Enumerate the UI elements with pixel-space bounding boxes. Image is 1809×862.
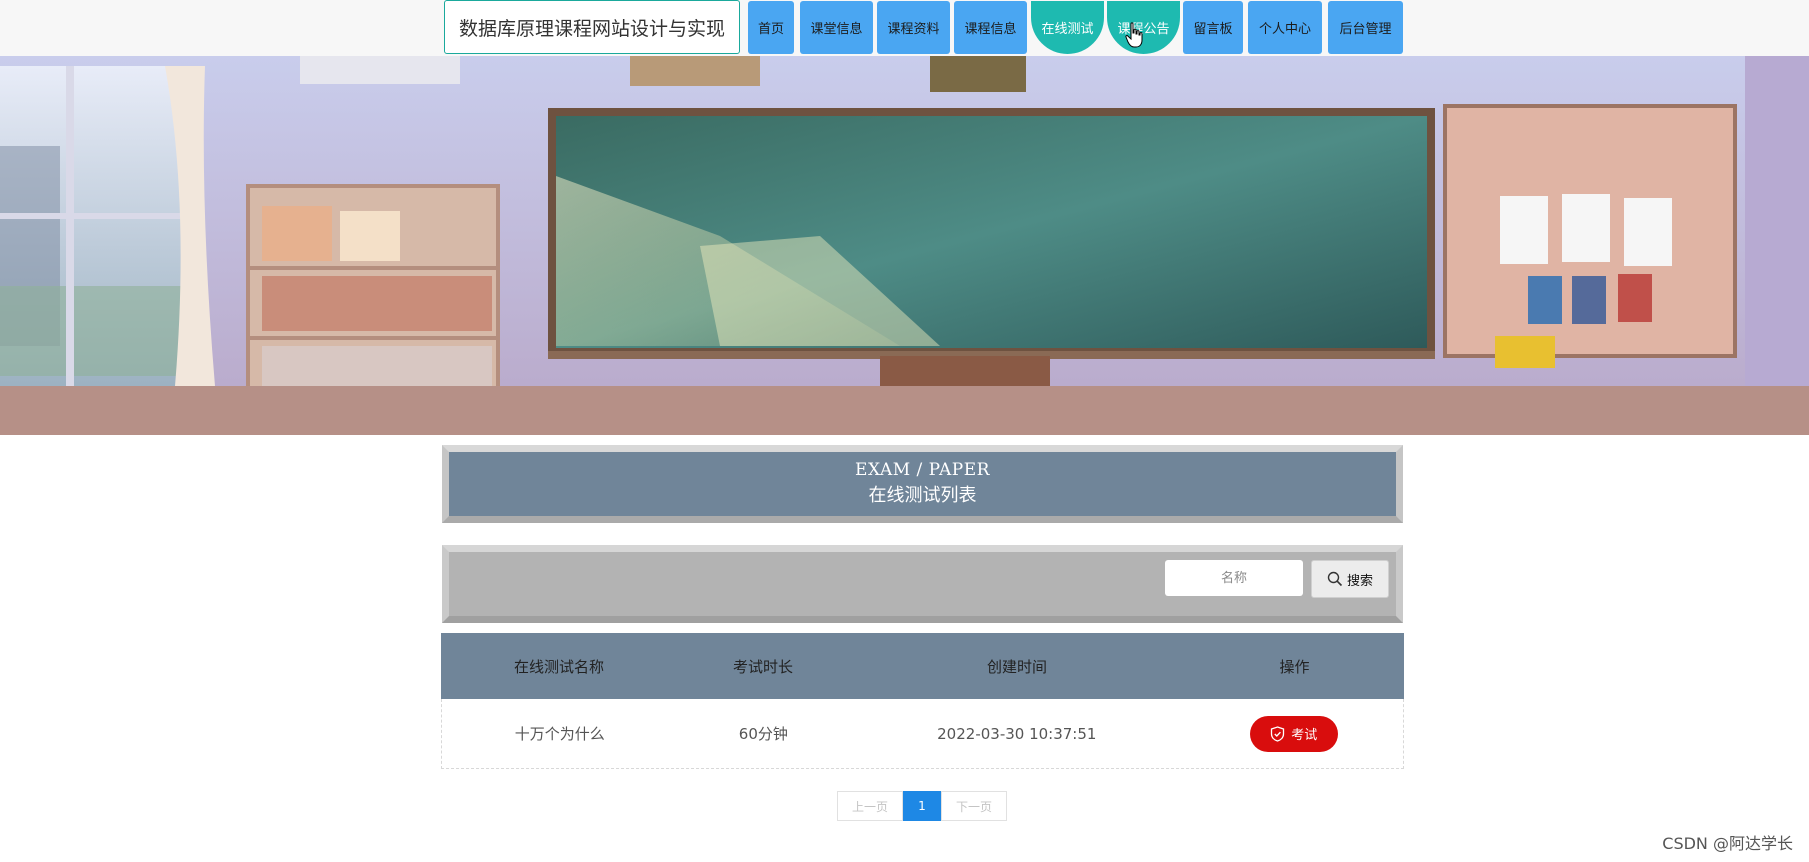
table-row: 十万个为什么 60分钟 2022-03-30 10:37:51 考试 [441,699,1404,769]
nav-home[interactable]: 首页 [748,1,794,54]
exam-table: 在线测试名称 考试时长 创建时间 操作 十万个为什么 60分钟 2022-03-… [441,633,1404,769]
hand-cursor-icon [1125,22,1143,48]
col-header-created: 创建时间 [986,657,1047,676]
search-bar: 搜索 [442,545,1403,623]
section-title-cn: 在线测试列表 [868,485,977,506]
nav-online-test[interactable]: 在线测试 [1031,1,1104,54]
table-header: 在线测试名称 考试时长 创建时间 操作 [441,633,1404,699]
nav-course-materials[interactable]: 课程资料 [877,1,950,54]
col-header-name: 在线测试名称 [513,657,604,676]
nav-classroom-info[interactable]: 课堂信息 [800,1,873,54]
exam-duration: 60分钟 [738,725,788,743]
section-header: EXAM / PAPER 在线测试列表 [442,445,1403,523]
classroom-illustration [0,56,1809,435]
site-title[interactable]: 数据库原理课程网站设计与实现 [444,0,740,54]
top-navbar: 数据库原理课程网站设计与实现 首页 课堂信息 课程资料 课程信息 在线测试 课程… [0,0,1809,56]
nav-course-notice[interactable]: 课程公告 [1107,1,1180,54]
prev-page-button[interactable]: 上一页 [837,791,903,821]
nav-personal-center[interactable]: 个人中心 [1248,1,1322,54]
col-header-duration: 考试时长 [732,657,793,676]
next-page-button[interactable]: 下一页 [941,791,1007,821]
nav-course-info[interactable]: 课程信息 [954,1,1027,54]
col-header-action: 操作 [1279,657,1310,676]
section-title-en: EXAM / PAPER [855,460,990,480]
search-icon [1327,571,1343,587]
hero-banner [0,56,1809,435]
search-button-label: 搜索 [1346,573,1373,589]
take-exam-button[interactable]: 考试 [1249,715,1338,752]
take-exam-label: 考试 [1291,728,1318,743]
nav-message-board[interactable]: 留言板 [1183,1,1243,54]
exam-created-time: 2022-03-30 10:37:51 [937,724,1097,743]
shield-check-icon [1271,725,1285,742]
action-cell: 考试 [1184,715,1403,752]
name-search-input[interactable] [1165,560,1303,596]
watermark: CSDN @阿达学长 [1662,834,1793,853]
nav-admin[interactable]: 后台管理 [1328,1,1403,54]
search-button[interactable]: 搜索 [1311,560,1389,598]
pagination: 上一页 1 下一页 [837,791,1007,821]
current-page[interactable]: 1 [903,791,941,821]
exam-name: 十万个为什么 [514,725,605,743]
